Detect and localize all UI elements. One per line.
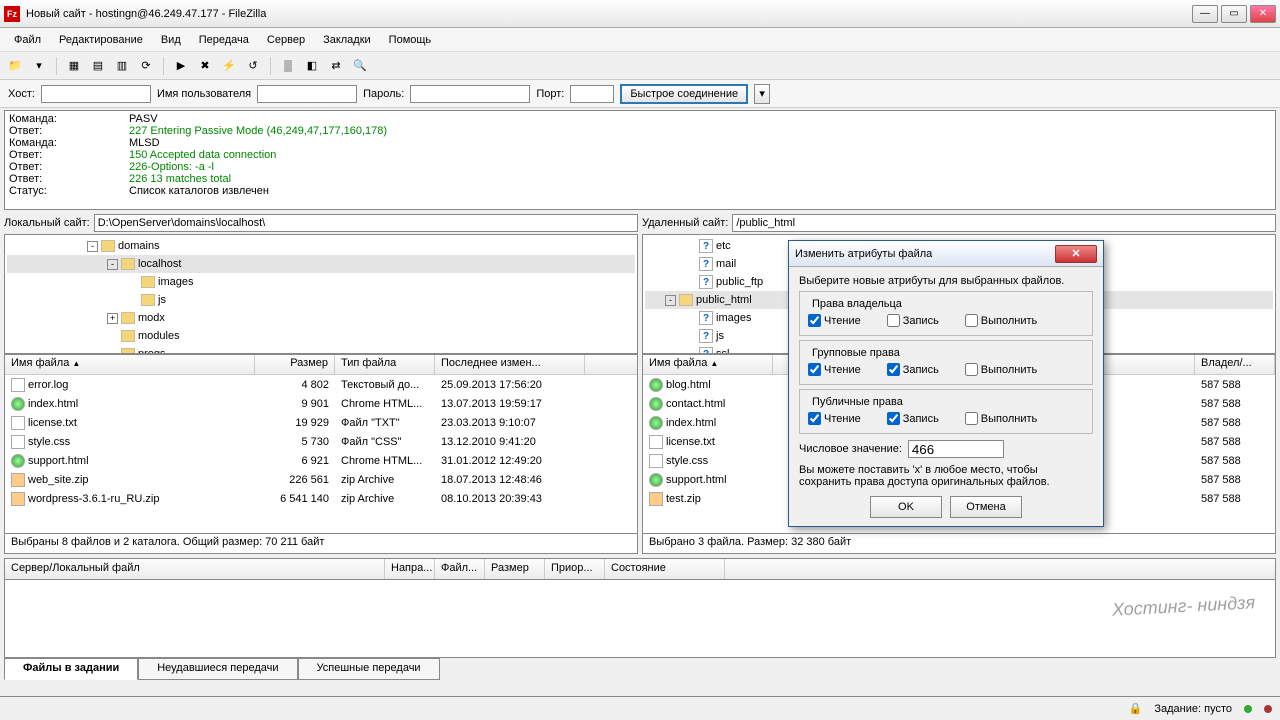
menubar: ФайлРедактированиеВидПередачаСерверЗакла… <box>0 28 1280 52</box>
queue-tab[interactable]: Успешные передачи <box>298 658 440 680</box>
local-path-input[interactable] <box>94 214 638 232</box>
read-checkbox[interactable]: Чтение <box>808 412 861 425</box>
port-label: Порт: <box>536 88 564 100</box>
app-icon: Fz <box>4 6 20 22</box>
host-input[interactable] <box>41 85 151 103</box>
tree-item[interactable]: -localhost <box>7 255 635 273</box>
toggle-queue-button[interactable]: ▥ <box>111 55 133 77</box>
menu-Вид[interactable]: Вид <box>153 31 189 49</box>
read-checkbox[interactable]: Чтение <box>808 314 861 327</box>
exec-checkbox[interactable]: Выполнить <box>965 412 1037 425</box>
pass-label: Пароль: <box>363 88 404 100</box>
menu-Передача[interactable]: Передача <box>191 31 257 49</box>
file-row[interactable]: license.txt19 929Файл "TXT"23.03.2013 9:… <box>5 413 637 432</box>
message-log[interactable]: Команда:PASVОтвет:227 Entering Passive M… <box>4 110 1276 210</box>
local-filelist[interactable]: Имя файла ▲РазмерТип файлаПоследнее изме… <box>4 354 638 534</box>
port-input[interactable] <box>570 85 614 103</box>
dialog-close-button[interactable]: ✕ <box>1055 245 1097 263</box>
toggle-tree-button[interactable]: ▤ <box>87 55 109 77</box>
file-row[interactable]: wordpress-3.6.1-ru_RU.zip6 541 140zip Ar… <box>5 489 637 508</box>
dropdown-icon[interactable]: ▾ <box>28 55 50 77</box>
disconnect-button[interactable]: ⚡ <box>218 55 240 77</box>
remote-path-input[interactable] <box>732 214 1276 232</box>
local-status: Выбраны 8 файлов и 2 каталога. Общий раз… <box>4 534 638 554</box>
file-row[interactable]: support.html6 921Chrome HTML...31.01.201… <box>5 451 637 470</box>
quickconnect-bar: Хост: Имя пользователя Пароль: Порт: Быс… <box>0 80 1280 108</box>
host-label: Хост: <box>8 88 35 100</box>
menu-Редактирование[interactable]: Редактирование <box>51 31 151 49</box>
dialog-title: Изменить атрибуты файла <box>795 248 1055 260</box>
filter-button[interactable]: ▒ <box>277 55 299 77</box>
file-row[interactable]: index.html9 901Chrome HTML...13.07.2013 … <box>5 394 637 413</box>
write-checkbox[interactable]: Запись <box>887 412 939 425</box>
tree-item[interactable]: progs <box>7 345 635 354</box>
write-checkbox[interactable]: Запись <box>887 363 939 376</box>
numeric-label: Числовое значение: <box>799 443 902 455</box>
reconnect-button[interactable]: ↺ <box>242 55 264 77</box>
local-path-label: Локальный сайт: <box>4 217 90 229</box>
minimize-button[interactable]: — <box>1192 5 1218 23</box>
pass-input[interactable] <box>410 85 530 103</box>
sync-button[interactable]: ⇄ <box>325 55 347 77</box>
titlebar: Fz Новый сайт - hostingn@46.249.47.177 -… <box>0 0 1280 28</box>
read-checkbox[interactable]: Чтение <box>808 363 861 376</box>
tree-item[interactable]: modules <box>7 327 635 345</box>
refresh-button[interactable]: ⟳ <box>135 55 157 77</box>
quickconnect-dropdown[interactable]: ▾ <box>754 84 770 104</box>
dialog-instruction: Выберите новые атрибуты для выбранных фа… <box>799 275 1093 287</box>
maximize-button[interactable]: ▭ <box>1221 5 1247 23</box>
menu-Файл[interactable]: Файл <box>6 31 49 49</box>
local-panel: Локальный сайт: -domains-localhostimages… <box>4 212 638 554</box>
menu-Помощь[interactable]: Помощь <box>381 31 440 49</box>
cancel-dialog-button[interactable]: Отмена <box>950 496 1022 518</box>
watermark: Хостинг- ниндзя <box>1111 592 1255 620</box>
close-button[interactable]: ✕ <box>1250 5 1276 23</box>
write-checkbox[interactable]: Запись <box>887 314 939 327</box>
local-tree[interactable]: -domains-localhostimagesjs+modxmodulespr… <box>4 234 638 354</box>
file-attributes-dialog: Изменить атрибуты файла ✕ Выберите новые… <box>788 240 1104 527</box>
remote-path-label: Удаленный сайт: <box>642 217 728 229</box>
tree-item[interactable]: +modx <box>7 309 635 327</box>
queue-tabs: Файлы в заданииНеудавшиеся передачиУспеш… <box>4 658 1276 680</box>
exec-checkbox[interactable]: Выполнить <box>965 314 1037 327</box>
menu-Закладки[interactable]: Закладки <box>315 31 379 49</box>
remote-status: Выбрано 3 файла. Размер: 32 380 байт <box>642 534 1276 554</box>
queue-body[interactable]: Хостинг- ниндзя <box>4 580 1276 658</box>
queue-header: Сервер/Локальный файлНапра...Файл...Разм… <box>4 558 1276 580</box>
site-manager-button[interactable]: 📁 <box>4 55 26 77</box>
window-title: Новый сайт - hostingn@46.249.47.177 - Fi… <box>26 8 1192 20</box>
compare-button[interactable]: ◧ <box>301 55 323 77</box>
user-input[interactable] <box>257 85 357 103</box>
numeric-input[interactable] <box>908 440 1004 458</box>
statusbar: 🔒 Задание: пусто <box>0 696 1280 720</box>
cancel-button[interactable]: ✖ <box>194 55 216 77</box>
search-button[interactable]: 🔍 <box>349 55 371 77</box>
dialog-hint: Вы можете поставить 'x' в любое место, ч… <box>799 464 1093 488</box>
toolbar: 📁 ▾ ▦ ▤ ▥ ⟳ ▶ ✖ ⚡ ↺ ▒ ◧ ⇄ 🔍 <box>0 52 1280 80</box>
queue-tab[interactable]: Файлы в задании <box>4 658 138 680</box>
tree-item[interactable]: -domains <box>7 237 635 255</box>
file-row[interactable]: style.css5 730Файл "CSS"13.12.2010 9:41:… <box>5 432 637 451</box>
process-queue-button[interactable]: ▶ <box>170 55 192 77</box>
menu-Сервер[interactable]: Сервер <box>259 31 313 49</box>
toggle-log-button[interactable]: ▦ <box>63 55 85 77</box>
tree-item[interactable]: js <box>7 291 635 309</box>
file-row[interactable]: web_site.zip226 561zip Archive18.07.2013… <box>5 470 637 489</box>
user-label: Имя пользователя <box>157 88 251 100</box>
tree-item[interactable]: images <box>7 273 635 291</box>
ok-button[interactable]: OK <box>870 496 942 518</box>
file-row[interactable]: error.log4 802Текстовый до...25.09.2013 … <box>5 375 637 394</box>
exec-checkbox[interactable]: Выполнить <box>965 363 1037 376</box>
queue-tab[interactable]: Неудавшиеся передачи <box>138 658 297 680</box>
queue-status: Задание: пусто <box>1154 703 1232 715</box>
quickconnect-button[interactable]: Быстрое соединение <box>620 84 748 104</box>
